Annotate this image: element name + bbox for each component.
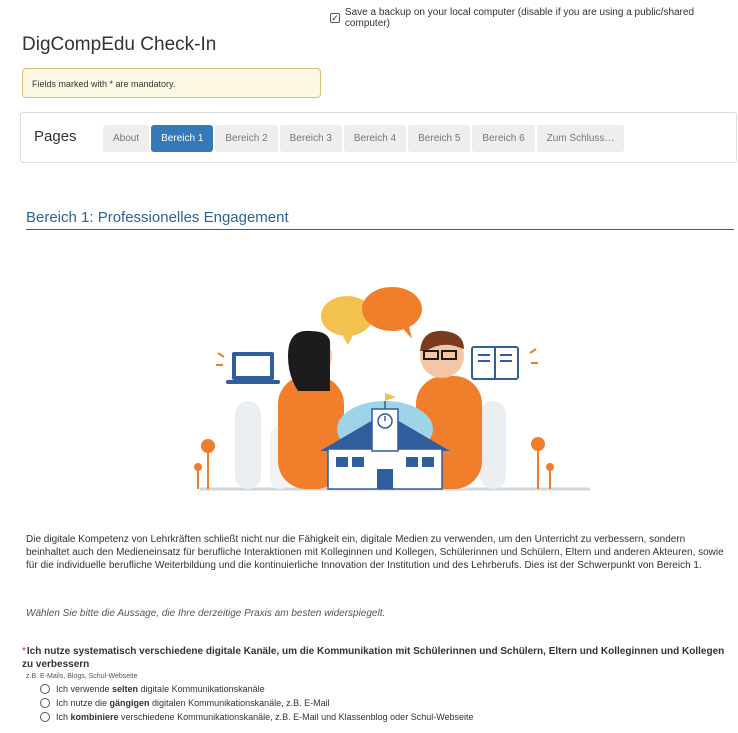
tab-bereich-4[interactable]: Bereich 4 — [343, 125, 407, 152]
tab-bereich-6[interactable]: Bereich 6 — [472, 125, 535, 152]
tab-about[interactable]: About — [103, 125, 150, 152]
flag-icon — [385, 393, 396, 401]
page-tabs: About Bereich 1 Bereich 2 Bereich 3 Bere… — [103, 125, 625, 152]
answer-option-3[interactable]: Ich kombiniere verschiedene Kommunikatio… — [40, 710, 474, 724]
pages-label: Pages — [34, 128, 77, 145]
section-illustration — [194, 287, 590, 491]
tab-bereich-1[interactable]: Bereich 1 — [151, 125, 214, 152]
option-label: Ich nutze die gängigen digitalen Kommuni… — [56, 698, 330, 708]
option-label: Ich verwende selten digitale Kommunikati… — [56, 684, 265, 694]
pages-navigation: Pages About Bereich 1 Bereich 2 Bereich … — [20, 112, 737, 163]
radio-button[interactable] — [40, 712, 50, 722]
tab-bereich-3[interactable]: Bereich 3 — [279, 125, 342, 152]
section-intro: Die digitale Kompetenz von Lehrkräften s… — [26, 534, 724, 571]
pillar-left — [235, 401, 261, 489]
question-title: *Ich nutze systematisch verschiedene dig… — [22, 645, 732, 671]
backup-checkbox[interactable]: ✓ — [330, 13, 340, 23]
tab-zum-schluss[interactable]: Zum Schluss… — [536, 125, 625, 152]
answer-options: Ich verwende selten digitale Kommunikati… — [40, 682, 474, 724]
radio-button[interactable] — [40, 698, 50, 708]
page-title: DigCompEdu Check-In — [22, 34, 217, 55]
question-hint: z.B. E-Mails, Blogs, Schul-Webseite — [26, 673, 138, 680]
option-label: Ich kombiniere verschiedene Kommunikatio… — [56, 712, 474, 722]
tree-right — [531, 437, 545, 451]
question-text: Ich nutze systematisch verschiedene digi… — [22, 646, 725, 670]
pillar-right — [480, 401, 506, 489]
answer-option-1[interactable]: Ich verwende selten digitale Kommunikati… — [40, 682, 474, 696]
speech-bubble-orange — [362, 287, 422, 331]
tab-bereich-5[interactable]: Bereich 5 — [408, 125, 471, 152]
section-instruction: Wählen Sie bitte die Aussage, die Ihre d… — [26, 608, 386, 619]
backup-option[interactable]: ✓ Save a backup on your local computer (… — [330, 7, 738, 29]
school-door — [377, 469, 393, 489]
section-title: Bereich 1: Professionelles Engagement — [26, 209, 734, 230]
mandatory-notice: Fields marked with * are mandatory. — [22, 68, 321, 98]
answer-option-2[interactable]: Ich nutze die gängigen digitalen Kommuni… — [40, 696, 474, 710]
radio-button[interactable] — [40, 684, 50, 694]
tab-bereich-2[interactable]: Bereich 2 — [215, 125, 278, 152]
backup-label: Save a backup on your local computer (di… — [344, 7, 695, 29]
tree-left — [201, 439, 215, 453]
required-marker: * — [22, 646, 26, 657]
